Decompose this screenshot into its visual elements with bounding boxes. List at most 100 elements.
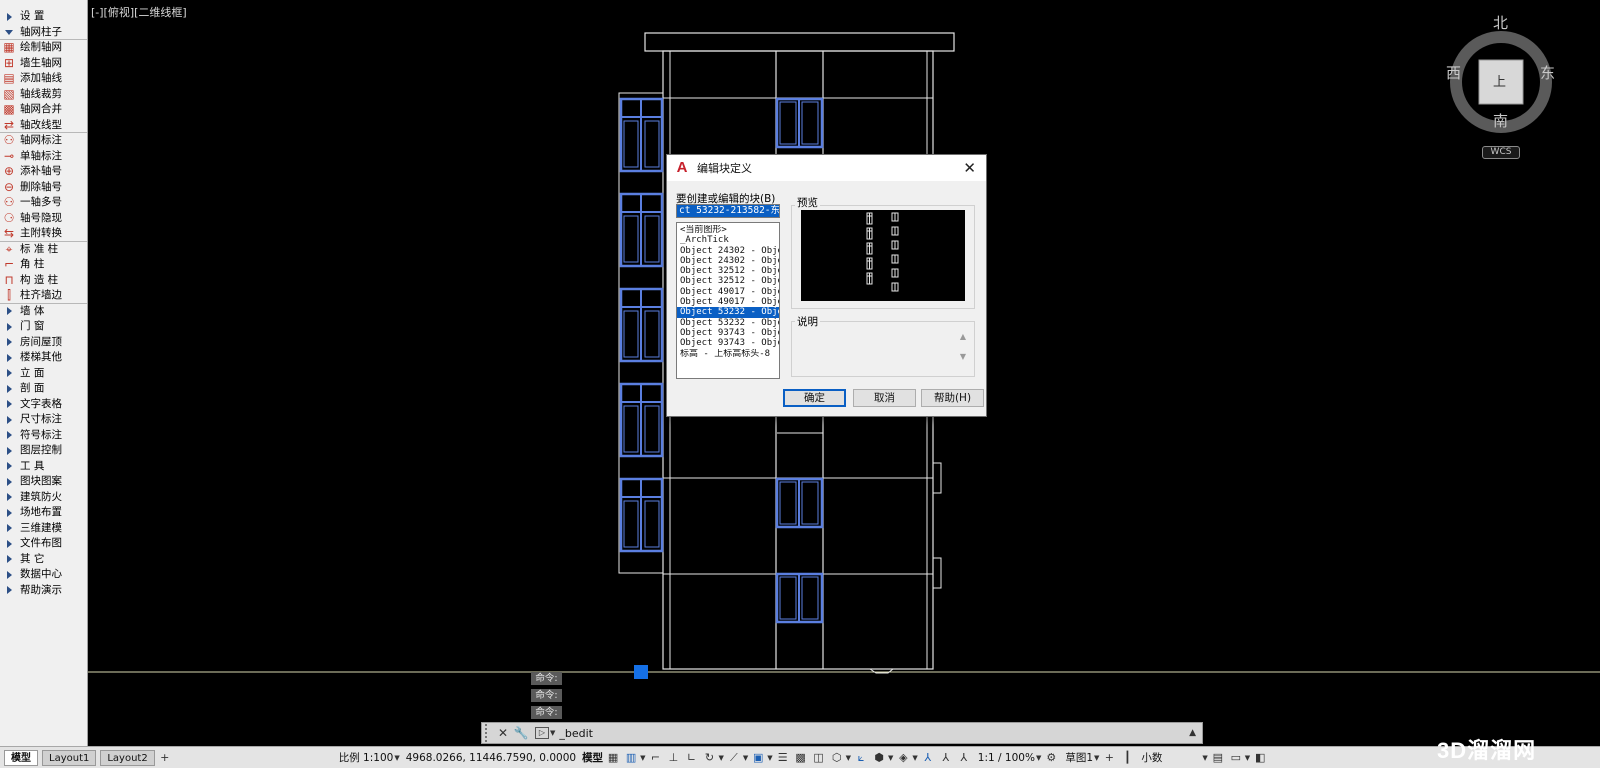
view-cube[interactable]: 北 南 东 西 上: [1446, 12, 1556, 152]
dialog-titlebar[interactable]: A 编辑块定义 ✕: [667, 155, 986, 181]
block-list-item[interactable]: Object 49017 - Obje: [677, 297, 779, 307]
block-list[interactable]: <当前图形> _ArchTick Object 24302 - Obje Object…: [676, 222, 780, 379]
ok-button[interactable]: 确定: [783, 389, 846, 407]
dynamic-input-icon[interactable]: ⊥: [665, 750, 681, 766]
status-bar: 模型 Layout1 Layout2 + 比例 1:100 ▼ 4968.026…: [0, 746, 1600, 768]
watermark-logo: 3D溜溜网: [1437, 738, 1537, 763]
block-list-item[interactable]: Object 24302 - Obje: [677, 256, 779, 266]
isolate-objects-icon[interactable]: ◧: [1252, 750, 1268, 766]
selection-filter-icon[interactable]: ⬢: [871, 750, 887, 766]
command-line[interactable]: ✕ 🔧 ▷ ▼ _bedit ▲: [481, 722, 1203, 744]
chevron-down-icon[interactable]: ▼: [640, 754, 645, 762]
block-list-item[interactable]: <当前图形>: [677, 225, 779, 235]
autocad-logo-icon: A: [676, 159, 688, 176]
annotation-scale-readout[interactable]: 1:1 / 100%: [978, 752, 1035, 764]
side-element: [932, 557, 942, 589]
wcs-menu[interactable]: WCS: [1482, 146, 1520, 159]
object-snap-icon[interactable]: ▣: [750, 750, 766, 766]
command-input[interactable]: _bedit: [559, 727, 593, 740]
lineweight-icon[interactable]: ☰: [775, 750, 791, 766]
top-face-label[interactable]: 上: [1493, 71, 1506, 90]
window-frame: [801, 481, 819, 525]
chevron-down-icon[interactable]: ▼: [846, 754, 851, 762]
polar-tracking-icon[interactable]: ↻: [701, 750, 717, 766]
annotation-scale-icon[interactable]: ⅄: [956, 750, 972, 766]
transparency-icon[interactable]: ▩: [793, 750, 809, 766]
units-readout[interactable]: 小数: [1141, 750, 1201, 765]
add-tab-button[interactable]: +: [157, 750, 173, 766]
workspace-switch[interactable]: 草图1: [1065, 750, 1093, 765]
window-frame: [623, 500, 639, 548]
drag-handle-icon[interactable]: [485, 724, 493, 742]
block-list-item[interactable]: Object 53232 - Obje: [677, 307, 779, 318]
chevron-down-icon[interactable]: ▼: [1202, 754, 1207, 762]
plus-icon[interactable]: +: [1101, 750, 1117, 766]
description-label: 说明: [795, 314, 820, 329]
ortho-mode-icon[interactable]: ∟: [683, 750, 699, 766]
side-element: [932, 462, 942, 494]
window-frame: [779, 101, 797, 145]
close-icon[interactable]: ✕: [963, 159, 976, 177]
chevron-up-icon[interactable]: ▲: [1189, 728, 1196, 738]
snap-mode-icon[interactable]: ▥: [623, 750, 639, 766]
block-list-item[interactable]: Object 53232 - Obje: [677, 318, 779, 328]
window-frame: [644, 500, 660, 548]
grid-display-icon[interactable]: ▦: [605, 750, 621, 766]
chevron-down-icon[interactable]: ▼: [550, 729, 555, 737]
close-icon[interactable]: ✕: [495, 725, 511, 741]
block-list-item[interactable]: Object 49017 - Obje: [677, 287, 779, 297]
3d-osnap-icon[interactable]: ⬡: [829, 750, 845, 766]
chevron-down-icon[interactable]: ▼: [888, 754, 893, 762]
window-frame: [644, 215, 660, 263]
chevron-down-icon[interactable]: ▼: [1245, 754, 1250, 762]
chevron-down-icon[interactable]: ▼: [912, 754, 917, 762]
chevron-down-icon[interactable]: ▼: [743, 754, 748, 762]
quick-properties-icon[interactable]: ▤: [1210, 750, 1226, 766]
tab-layout1[interactable]: Layout1: [42, 749, 97, 766]
gear-icon[interactable]: ⚙: [1043, 750, 1059, 766]
chevron-down-icon[interactable]: ▼: [718, 754, 723, 762]
command-history-line: 命令:: [531, 672, 562, 685]
block-list-item[interactable]: Object 32512 - Obje: [677, 276, 779, 286]
compass-east[interactable]: 东: [1540, 62, 1555, 83]
block-list-item[interactable]: Object 93743 - Obje: [677, 328, 779, 338]
block-list-item[interactable]: 标高 - 上标高标头-8: [677, 349, 779, 359]
block-list-item[interactable]: _ArchTick: [677, 235, 779, 245]
window-frame: [644, 310, 660, 358]
window-frame: [623, 405, 639, 453]
tab-model[interactable]: 模型: [4, 749, 38, 766]
chevron-down-icon[interactable]: ▼: [394, 754, 399, 762]
description-scrollbar[interactable]: ▲ ▼: [957, 327, 969, 371]
chevron-down-icon[interactable]: ▼: [1036, 754, 1041, 762]
block-list-item[interactable]: Object 93743 - Obje: [677, 338, 779, 348]
selection-cycling-icon[interactable]: ◫: [811, 750, 827, 766]
command-prompt-icon[interactable]: ▷: [535, 727, 549, 739]
compass-south[interactable]: 南: [1493, 110, 1508, 131]
block-name-input[interactable]: ct 53232-213582-东1: [676, 204, 780, 218]
cancel-button[interactable]: 取消: [853, 389, 916, 407]
isometric-icon[interactable]: ⟋: [726, 750, 742, 766]
block-list-item[interactable]: Object 24302 - Obje: [677, 246, 779, 256]
block-list-item[interactable]: Object 32512 - Obje: [677, 266, 779, 276]
help-button[interactable]: 帮助(H): [921, 389, 984, 407]
chevron-down-icon[interactable]: ▼: [767, 754, 772, 762]
infer-constraints-icon[interactable]: ⌐: [647, 750, 663, 766]
dynamic-ucs-icon[interactable]: ⟀: [853, 750, 869, 766]
compass-west[interactable]: 西: [1446, 62, 1461, 83]
preview-image: [801, 210, 965, 301]
model-space-button[interactable]: 模型: [582, 750, 603, 765]
chevron-down-icon[interactable]: ▼: [1094, 754, 1099, 762]
window-frame: [623, 120, 639, 168]
grip-handle[interactable]: [634, 665, 648, 679]
wrench-icon[interactable]: 🔧: [513, 725, 529, 741]
gizmo-icon[interactable]: ◈: [895, 750, 911, 766]
window-frame: [801, 576, 819, 620]
window-frame: [644, 120, 660, 168]
edit-block-dialog: A 编辑块定义 ✕ 要创建或编辑的块(B) ct 53232-213582-东1…: [666, 154, 987, 417]
compass-north[interactable]: 北: [1493, 12, 1508, 33]
annotation-visibility-icon[interactable]: ⅄: [920, 750, 936, 766]
tab-layout2[interactable]: Layout2: [100, 749, 155, 766]
scale-readout[interactable]: 比例 1:100: [339, 750, 394, 765]
auto-scale-icon[interactable]: ⅄: [938, 750, 954, 766]
lock-ui-icon[interactable]: ▭: [1228, 750, 1244, 766]
